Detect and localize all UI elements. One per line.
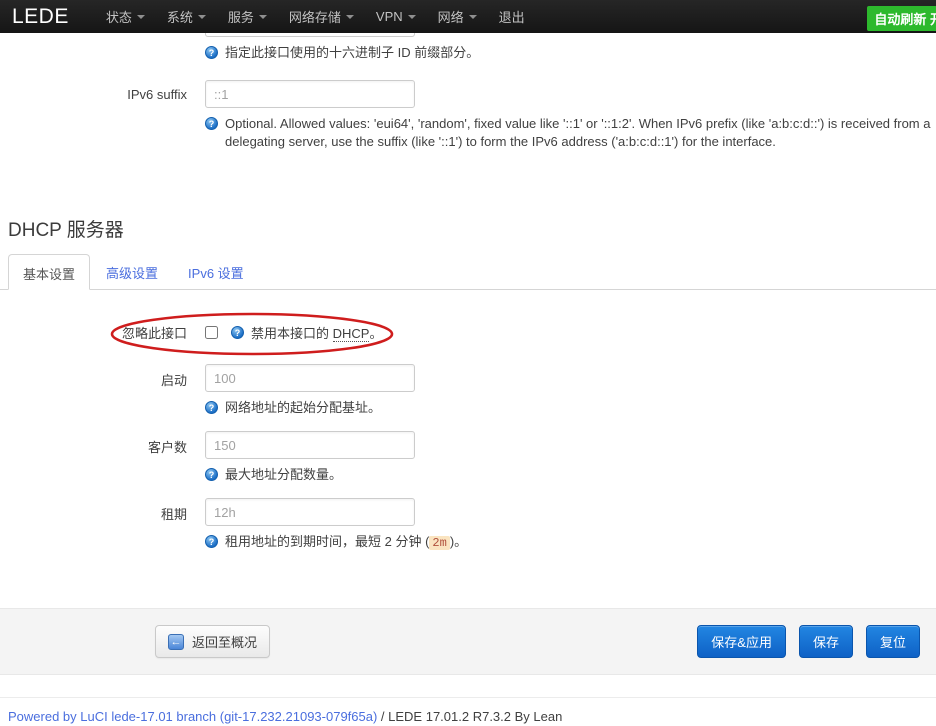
chevron-down-icon: [137, 15, 145, 19]
help-icon: ?: [205, 535, 218, 548]
dhcp-leasetime-help: ? 租用地址的到期时间，最短 2 分钟 (2m)。: [205, 533, 467, 552]
nav-item-services[interactable]: 服务: [217, 0, 278, 33]
nav-item-nas[interactable]: 网络存储: [278, 0, 365, 33]
help-icon: ?: [205, 117, 218, 130]
auto-refresh-toggle[interactable]: 自动刷新 开: [867, 6, 936, 31]
save-apply-button[interactable]: 保存&应用: [697, 625, 786, 658]
nav-item-status[interactable]: 状态: [95, 0, 156, 33]
dhcp-leasetime-row: 租期 ? 租用地址的到期时间，最短 2 分钟 (2m)。: [0, 498, 936, 552]
chevron-down-icon: [469, 15, 477, 19]
back-to-overview-button[interactable]: ← 返回至概况: [155, 625, 270, 658]
action-strip: ← 返回至概况 保存&应用 保存 复位: [0, 608, 936, 675]
ipv6-settings-section: ? 指定此接口使用的十六进制子 ID 前缀部分。 IPv6 suffix ? O…: [0, 33, 936, 151]
help-icon: ?: [205, 46, 218, 59]
chevron-down-icon: [408, 15, 416, 19]
dhcp-start-help: ? 网络地址的起始分配基址。: [205, 399, 415, 417]
nav-item-vpn[interactable]: VPN: [365, 0, 427, 33]
dhcp-limit-label: 客户数: [0, 431, 187, 456]
ignore-interface-row: 忽略此接口 ? 禁用本接口的 DHCP。: [0, 323, 936, 342]
ignore-interface-help: ? 禁用本接口的 DHCP。: [231, 323, 382, 342]
hexid-help: ? 指定此接口使用的十六进制子 ID 前缀部分。: [205, 44, 936, 62]
ipv6-suffix-label: IPv6 suffix: [0, 87, 187, 102]
leasetime-min-code: 2m: [429, 536, 449, 550]
dhcp-start-label: 启动: [0, 364, 187, 389]
nav-item-network[interactable]: 网络: [427, 0, 488, 33]
ignore-interface-checkbox[interactable]: [205, 326, 218, 339]
ipv6-suffix-row: IPv6 suffix: [0, 80, 936, 108]
powered-by-link[interactable]: Powered by LuCI lede-17.01 branch (git-1…: [8, 709, 377, 724]
back-arrow-icon: ←: [168, 634, 184, 650]
dhcp-tabs: 基本设置 高级设置 IPv6 设置: [0, 254, 936, 290]
dhcp-leasetime-input[interactable]: [205, 498, 415, 526]
dhcp-limit-input[interactable]: [205, 431, 415, 459]
dhcp-start-input[interactable]: [205, 364, 415, 392]
dhcp-limit-row: 客户数 ? 最大地址分配数量。: [0, 431, 936, 484]
ipv6-suffix-input[interactable]: [205, 80, 415, 108]
dhcp-section-title: DHCP 服务器: [8, 215, 936, 242]
help-icon: ?: [231, 326, 244, 339]
nav-item-system[interactable]: 系统: [156, 0, 217, 33]
chevron-down-icon: [198, 15, 206, 19]
top-navbar: LEDE 状态 系统 服务 网络存储 VPN 网络 退出 自动刷新 开: [0, 0, 936, 33]
help-icon: ?: [205, 468, 218, 481]
chevron-down-icon: [259, 15, 267, 19]
nav-item-logout[interactable]: 退出: [488, 0, 536, 33]
dhcp-start-row: 启动 ? 网络地址的起始分配基址。: [0, 364, 936, 417]
tab-basic-settings[interactable]: 基本设置: [8, 254, 90, 290]
ignore-interface-label: 忽略此接口: [0, 323, 187, 342]
reset-button[interactable]: 复位: [866, 625, 920, 658]
tab-ipv6-settings[interactable]: IPv6 设置: [174, 254, 258, 289]
dhcp-limit-help: ? 最大地址分配数量。: [205, 466, 415, 484]
dhcp-abbr: DHCP: [333, 326, 370, 342]
brand-logo: LEDE: [12, 5, 69, 29]
dhcp-leasetime-label: 租期: [0, 498, 187, 523]
ipv6-suffix-help: ? Optional. Allowed values: 'eui64', 'ra…: [205, 115, 932, 151]
chevron-down-icon: [346, 15, 354, 19]
help-icon: ?: [205, 401, 218, 414]
hexid-input-partial[interactable]: [205, 33, 415, 37]
save-button[interactable]: 保存: [799, 625, 853, 658]
tab-advanced-settings[interactable]: 高级设置: [92, 254, 172, 289]
footer-version-text: / LEDE 17.01.2 R7.3.2 By Lean: [377, 709, 562, 724]
page-footer: Powered by LuCI lede-17.01 branch (git-1…: [0, 697, 936, 724]
